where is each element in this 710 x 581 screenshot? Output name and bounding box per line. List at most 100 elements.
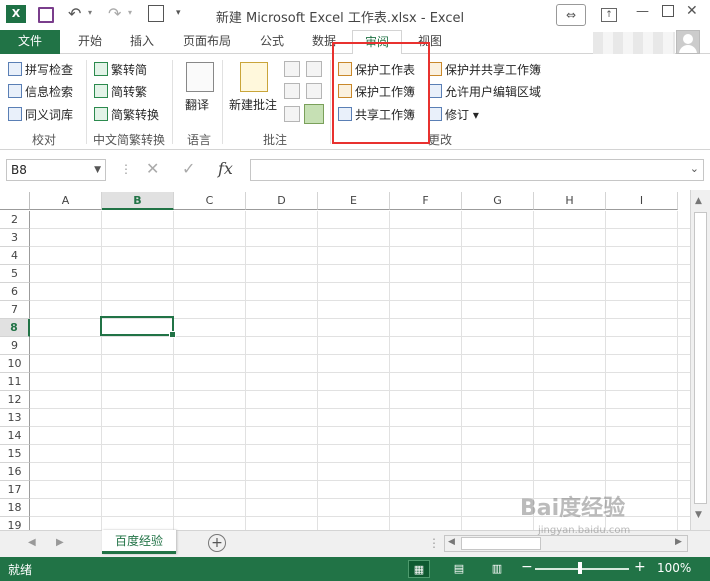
group-divider <box>172 60 173 144</box>
group-label-comments: 批注 <box>262 133 287 147</box>
show-all-comments-icon[interactable] <box>306 83 322 99</box>
column-header[interactable]: A <box>30 192 102 210</box>
column-header[interactable]: C <box>174 192 246 210</box>
row-header[interactable]: 14 <box>0 427 30 445</box>
row-header[interactable]: 9 <box>0 337 30 355</box>
simplified-to-traditional-button[interactable]: 简转繁 <box>94 83 147 100</box>
formula-bar: B8 ▼ ⋮ ✕ ✓ fx ⌄ <box>0 150 710 190</box>
tab-formulas[interactable]: 公式 <box>254 30 290 54</box>
translate-button[interactable]: 翻译 <box>185 96 209 113</box>
row-header[interactable]: 13 <box>0 409 30 427</box>
row-header[interactable]: 3 <box>0 229 30 247</box>
show-ink-icon[interactable] <box>304 104 324 124</box>
row-header[interactable]: 18 <box>0 499 30 517</box>
column-header[interactable]: E <box>318 192 390 210</box>
column-header[interactable]: B <box>102 192 174 210</box>
column-header[interactable]: F <box>390 192 462 210</box>
previous-comment-icon <box>306 61 322 77</box>
column-header[interactable]: G <box>462 192 534 210</box>
allow-edit-ranges-button[interactable]: 允许用户编辑区域 <box>428 83 541 100</box>
new-comment-button[interactable]: 新建批注 <box>229 96 277 113</box>
ribbon-display-options-button[interactable]: ↑ <box>601 8 617 22</box>
simplified-to-traditional-icon <box>94 84 108 98</box>
active-cell[interactable] <box>100 316 176 338</box>
normal-view-icon[interactable]: ▦ <box>408 560 430 578</box>
title-bar: X ↶ ▾ ↷ ▾ ▾ 新建 Microsoft Excel 工作表.xlsx … <box>0 0 710 30</box>
insert-function-button[interactable]: fx <box>218 159 233 178</box>
zoom-out-button[interactable]: − <box>521 559 533 575</box>
thesaurus-icon <box>8 107 22 121</box>
row-header[interactable]: 5 <box>0 265 30 283</box>
delete-comment-icon <box>284 61 300 77</box>
tab-file[interactable]: 文件 <box>0 30 60 54</box>
scroll-left-icon[interactable]: ◀ <box>448 537 455 547</box>
avatar[interactable] <box>676 30 700 54</box>
row-header[interactable]: 12 <box>0 391 30 409</box>
track-changes-button[interactable]: 修订 ▾ <box>428 106 479 123</box>
zoom-level[interactable]: 100% <box>657 561 691 575</box>
column-header[interactable]: D <box>246 192 318 210</box>
user-name-blurred <box>593 32 675 54</box>
track-changes-icon <box>428 107 442 121</box>
row-header[interactable]: 7 <box>0 301 30 319</box>
thesaurus-button[interactable]: 同义词库 <box>8 106 73 123</box>
maximize-button[interactable] <box>662 5 674 17</box>
expand-formula-bar-icon[interactable]: ⌄ <box>690 162 699 175</box>
scroll-up-icon[interactable]: ▲ <box>695 196 702 206</box>
tab-page-layout[interactable]: 页面布局 <box>176 30 238 54</box>
row-header[interactable]: 19 <box>0 517 30 530</box>
highlight-box <box>332 42 430 144</box>
chinese-conversion-icon <box>94 107 108 121</box>
restore-window-button[interactable]: ⇔ <box>556 4 586 26</box>
column-header[interactable]: H <box>534 192 606 210</box>
row-header[interactable]: 2 <box>0 211 30 229</box>
sheet-options-icon[interactable]: ⋮ <box>428 536 440 550</box>
row-header[interactable]: 15 <box>0 445 30 463</box>
row-header[interactable]: 8 <box>0 319 30 337</box>
page-break-view-icon[interactable]: ▥ <box>486 560 508 578</box>
research-button[interactable]: 信息检索 <box>8 83 73 100</box>
close-button[interactable]: ✕ <box>686 3 698 19</box>
name-box[interactable]: B8 ▼ <box>6 159 106 181</box>
page-layout-view-icon[interactable]: ▤ <box>448 560 470 578</box>
row-header[interactable]: 4 <box>0 247 30 265</box>
group-divider <box>222 60 223 144</box>
protect-and-share-button[interactable]: 保护并共享工作簿 <box>428 61 541 78</box>
traditional-to-simplified-button[interactable]: 繁转简 <box>94 61 147 78</box>
scroll-thumb[interactable] <box>694 212 707 504</box>
chinese-conversion-button[interactable]: 简繁转换 <box>94 106 159 123</box>
previous-sheet-icon[interactable]: ◀ <box>28 537 36 548</box>
zoom-slider[interactable] <box>535 568 629 570</box>
column-header[interactable]: I <box>606 192 678 210</box>
row-header[interactable]: 11 <box>0 373 30 391</box>
sheet-tab[interactable]: 百度经验 <box>102 530 176 554</box>
formula-input[interactable]: ⌄ <box>250 159 704 181</box>
worksheet-grid[interactable]: ABCDEFGHI 2 3 4 5 6 7 8 9 10 11 12 13 14 15 16 17 18 19 <box>0 190 690 530</box>
minimize-button[interactable]: — <box>636 4 649 19</box>
tab-home[interactable]: 开始 <box>72 30 108 54</box>
row-header[interactable]: 6 <box>0 283 30 301</box>
group-label-chinese-conversion: 中文简繁转换 <box>92 133 165 147</box>
protect-and-share-icon <box>428 62 442 76</box>
zoom-in-button[interactable]: + <box>634 559 646 575</box>
group-divider <box>330 60 331 144</box>
tab-insert[interactable]: 插入 <box>124 30 160 54</box>
drag-handle-icon[interactable]: ⋮ <box>120 162 132 176</box>
zoom-slider-thumb[interactable] <box>578 562 582 574</box>
add-sheet-button[interactable]: + <box>208 534 226 552</box>
next-sheet-icon[interactable]: ▶ <box>56 537 64 548</box>
translate-icon[interactable] <box>186 62 214 92</box>
new-comment-icon[interactable] <box>240 62 268 92</box>
cell-area[interactable] <box>30 211 690 530</box>
status-bar: 就绪 ▦ ▤ ▥ − + 100% <box>0 557 710 581</box>
vertical-scrollbar[interactable]: ▲ ▼ <box>690 190 710 530</box>
group-label-proofing: 校对 <box>31 133 56 147</box>
group-divider <box>86 60 87 144</box>
row-header[interactable]: 10 <box>0 355 30 373</box>
row-header[interactable]: 17 <box>0 481 30 499</box>
spell-check-button[interactable]: 拼写检查 <box>8 61 73 78</box>
scroll-down-icon[interactable]: ▼ <box>695 510 702 520</box>
chevron-down-icon[interactable]: ▼ <box>94 160 101 180</box>
row-header[interactable]: 16 <box>0 463 30 481</box>
select-all-button[interactable] <box>0 192 30 210</box>
